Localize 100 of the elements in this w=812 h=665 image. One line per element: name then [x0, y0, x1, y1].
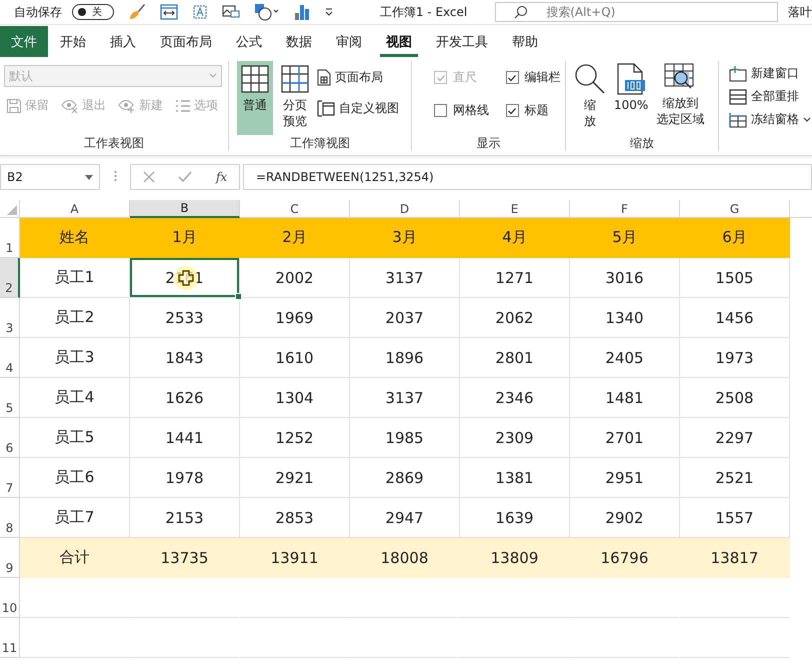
shapes-icon[interactable] — [254, 3, 280, 21]
window-button[interactable]: 全部重排 — [729, 88, 812, 105]
table-cell: 1381 — [460, 458, 570, 498]
ribbon-tab[interactable]: 开始 — [54, 26, 92, 57]
page-icon — [317, 69, 331, 86]
table-cell: 16796 — [570, 538, 680, 578]
text-box-icon[interactable] — [192, 4, 208, 20]
row-header[interactable]: 3 — [0, 298, 20, 338]
table-cell: 员工5 — [20, 418, 130, 458]
checkbox-label: 直尺 — [453, 69, 477, 86]
checkbox-label: 标题 — [524, 102, 548, 119]
view-button[interactable]: 普通 — [237, 61, 273, 135]
file-tab[interactable]: 文件 — [0, 26, 48, 57]
row-header[interactable]: 11 — [0, 618, 20, 658]
table-cell: 2062 — [460, 298, 570, 338]
arrange-icon — [729, 88, 747, 104]
table-cell: 3016 — [570, 258, 680, 298]
table-cell: 2533 — [130, 298, 240, 338]
ribbon-tab[interactable]: 页面布局 — [154, 26, 218, 57]
table-cell: 2037 — [350, 298, 460, 338]
drag-handle-icon[interactable] — [114, 170, 116, 182]
grid-icon — [241, 65, 269, 93]
ribbon-tab[interactable]: 开发工具 — [430, 26, 494, 57]
view-button[interactable]: 自定义视图 — [317, 100, 399, 117]
autosave-toggle[interactable]: 关 — [72, 4, 114, 20]
table-cell: 2701 — [570, 418, 680, 458]
view-button[interactable]: 页面布局 — [317, 69, 399, 86]
window-title: 工作簿1 - Excel — [380, 4, 468, 20]
checkbox[interactable] — [434, 104, 447, 117]
table-cell: 1340 — [570, 298, 680, 338]
zoom-button[interactable]: 100% — [612, 61, 650, 135]
window-button[interactable]: 冻结窗格 — [729, 111, 812, 128]
table-cell: 1505 — [680, 258, 790, 298]
window-button[interactable]: 新建窗口 — [729, 65, 812, 82]
freeze-panes-icon — [729, 112, 747, 128]
row-header[interactable]: 10 — [0, 578, 20, 618]
page-break-icon — [281, 65, 309, 93]
row-header[interactable]: 4 — [0, 338, 20, 378]
table-cell: 2309 — [460, 418, 570, 458]
group-label: 工作簿视图 — [289, 135, 351, 151]
table-cell: 1252 — [240, 418, 350, 458]
save-icon — [6, 98, 22, 114]
search-field[interactable]: 搜索(Alt+Q) — [495, 2, 778, 22]
table-cell: 员工3 — [20, 338, 130, 378]
table-cell: 2921 — [240, 458, 350, 498]
table-cell: 13735 — [130, 538, 240, 578]
view-button[interactable]: 分页预览 — [277, 61, 313, 135]
bar-chart-icon[interactable] — [294, 4, 310, 20]
table-cell: 1441 — [130, 418, 240, 458]
row-header[interactable]: 2 — [0, 258, 20, 298]
table-cell: 5月 — [570, 218, 680, 258]
ribbon-tab[interactable]: 帮助 — [506, 26, 544, 57]
fill-handle[interactable] — [235, 293, 242, 300]
zoom-button[interactable]: 缩 放 — [572, 61, 608, 135]
ribbon-tab[interactable]: 插入 — [104, 26, 142, 57]
row-header[interactable]: 5 — [0, 378, 20, 418]
table-cell: 1481 — [570, 378, 680, 418]
user-name[interactable]: 落叶 — [788, 4, 812, 20]
caret-icon[interactable] — [85, 174, 93, 180]
ribbon-tab[interactable]: 视图 — [380, 26, 418, 57]
table-cell: 13809 — [460, 538, 570, 578]
row-header[interactable]: 6 — [0, 418, 20, 458]
picture-screen-icon[interactable] — [222, 4, 240, 20]
table-cell: 1271 — [460, 258, 570, 298]
ribbon-tab[interactable]: 公式 — [230, 26, 268, 57]
table-cell: 2297 — [680, 418, 790, 458]
checkbox[interactable] — [506, 104, 518, 117]
autosave-label: 自动保存 — [14, 4, 62, 20]
table-cell: 2405 — [570, 338, 680, 378]
table-cell: 2521 — [680, 458, 790, 498]
checkbox[interactable] — [506, 71, 518, 84]
formula-field[interactable]: =RANDBETWEEN(1251,3254) — [243, 164, 812, 190]
table-cell: 1978 — [130, 458, 240, 498]
fit-width-icon[interactable] — [160, 4, 178, 20]
insert-function-button[interactable]: fx — [216, 170, 228, 184]
row-header[interactable]: 7 — [0, 458, 20, 498]
check-icon[interactable] — [178, 171, 192, 183]
list-icon — [175, 98, 191, 112]
table-cell: 3月 — [350, 218, 460, 258]
table-cell: 2月 — [240, 218, 350, 258]
table-cell: 2002 — [240, 258, 350, 298]
table-cell: 2951 — [570, 458, 680, 498]
search-icon — [574, 63, 606, 95]
table-cell: 3137 — [350, 258, 460, 298]
table-cell: 2346 — [460, 378, 570, 418]
table-cell: 员工6 — [20, 458, 130, 498]
brush-icon[interactable] — [128, 3, 146, 21]
customize-toolbar-icon[interactable] — [324, 7, 334, 17]
zoom-button[interactable]: 缩放到 选定区域 — [654, 61, 706, 135]
column-header[interactable]: B — [130, 200, 240, 218]
table-cell: 4月 — [460, 218, 570, 258]
table-cell: 1896 — [350, 338, 460, 378]
ribbon-tab[interactable]: 数据 — [280, 26, 318, 57]
name-box[interactable]: B2 — [0, 164, 100, 190]
table-cell: 员工2 — [20, 298, 130, 338]
ribbon-tab[interactable]: 审阅 — [330, 26, 368, 57]
table-cell: 1973 — [680, 338, 790, 378]
table-cell: 18008 — [350, 538, 460, 578]
checkbox-label: 网格线 — [453, 102, 489, 119]
row-header[interactable]: 8 — [0, 498, 20, 538]
